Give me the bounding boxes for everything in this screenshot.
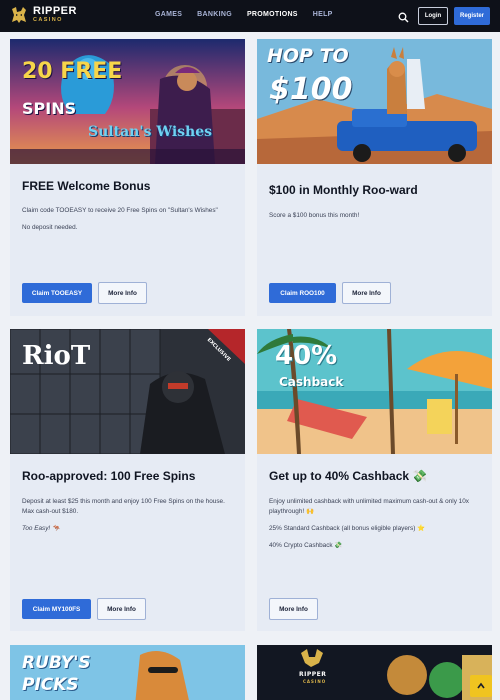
promo-card-ripper-games: RIPPER CASINO	[257, 645, 492, 700]
promo-desc-line: Claim code TOOEASY to receive 20 Free Sp…	[22, 207, 218, 214]
banner-logo-name: RIPPER	[299, 671, 327, 678]
banner-free-text: 20 FREE	[22, 59, 123, 84]
claim-tooeasy-button[interactable]: Claim TOOEASY	[22, 283, 92, 303]
hop-to-100-banner-image: HOP TO $100	[257, 39, 492, 164]
register-button[interactable]: Register	[454, 7, 490, 25]
promo-description: Enjoy unlimited cashback with unlimited …	[269, 497, 481, 558]
banner-cashback-text: Cashback	[279, 375, 344, 389]
promo-card-welcome-bonus: 20 FREE SPINS Sultan's Wishes FREE Welco…	[10, 39, 245, 316]
promo-title: FREE Welcome Bonus	[22, 179, 151, 193]
ripper-games-banner-image: RIPPER CASINO	[257, 645, 492, 700]
nav-banking[interactable]: BANKING	[197, 11, 232, 18]
cashback-beach-banner-image: 40% Cashback	[257, 329, 492, 454]
nav-help[interactable]: HELP	[313, 11, 333, 18]
promo-desc-line: 25% Standard Cashback (all bonus eligibl…	[269, 524, 426, 532]
promo-card-cashback: 40% Cashback Get up to 40% Cashback 💸 En…	[257, 329, 492, 631]
promo-title: Roo-approved: 100 Free Spins	[22, 469, 196, 483]
scroll-to-top-button[interactable]	[470, 675, 492, 697]
more-info-button[interactable]: More Info	[97, 598, 146, 620]
promo-title: $100 in Monthly Roo-ward	[269, 183, 418, 197]
chevron-up-icon	[477, 682, 485, 689]
promo-note: Too Easy! 🦘	[22, 524, 60, 532]
promo-description: Score a $100 bonus this month!	[269, 211, 481, 228]
rubys-picks-banner-image: RUBY'S PICKS	[10, 645, 245, 700]
more-info-button[interactable]: More Info	[342, 282, 391, 304]
search-icon[interactable]	[398, 10, 409, 23]
promo-desc-line: Score a $100 bonus this month!	[269, 212, 360, 219]
promo-desc-line: Deposit at least $25 this month and enjo…	[22, 498, 225, 515]
more-info-button[interactable]: More Info	[98, 282, 147, 304]
promo-desc-line: Enjoy unlimited cashback with unlimited …	[269, 498, 469, 515]
banner-picks-text: PICKS	[22, 675, 79, 695]
nav-promotions[interactable]: PROMOTIONS	[247, 11, 298, 18]
banner-spins-text: SPINS	[22, 99, 77, 118]
promo-description: Claim code TOOEASY to receive 20 Free Sp…	[22, 206, 234, 240]
claim-roo100-button[interactable]: Claim ROO100	[269, 283, 336, 303]
banner-rubys-text: RUBY'S	[22, 653, 91, 673]
banner-game-title: RioT	[22, 341, 91, 371]
promo-card-monthly-rooward: HOP TO $100 $100 in Monthly Roo-ward Sco…	[257, 39, 492, 316]
promo-title: Get up to 40% Cashback 💸	[269, 469, 428, 483]
promo-desc-line: No deposit needed.	[22, 223, 78, 231]
sultans-wishes-banner-image: 20 FREE SPINS Sultan's Wishes	[10, 39, 245, 164]
promo-card-rubys-picks: RUBY'S PICKS	[10, 645, 245, 700]
logo[interactable]: RIPPER CASINO	[9, 5, 77, 25]
top-nav-bar: RIPPER CASINO GAMES BANKING PROMOTIONS H…	[0, 0, 500, 32]
claim-my100fs-button[interactable]: Claim MY100FS	[22, 599, 91, 619]
riot-banner-image: RioT EXCLUSIVE	[10, 329, 245, 454]
nav-games[interactable]: GAMES	[155, 11, 182, 18]
promo-card-roo-approved-spins: RioT EXCLUSIVE Roo-approved: 100 Free Sp…	[10, 329, 245, 631]
promo-desc-line: 40% Crypto Cashback 💸	[269, 541, 343, 549]
banner-amount-text: $100	[269, 72, 353, 107]
banner-percent-text: 40%	[275, 341, 338, 371]
banner-hop-text: HOP TO	[267, 45, 349, 67]
banner-game-title: Sultan's Wishes	[88, 124, 213, 140]
logo-name: RIPPER	[33, 5, 77, 18]
login-button[interactable]: Login	[418, 7, 448, 25]
banner-logo-sub: CASINO	[303, 679, 327, 684]
main-nav: GAMES BANKING PROMOTIONS HELP	[155, 11, 333, 18]
more-info-button[interactable]: More Info	[269, 598, 318, 620]
logo-sub: CASINO	[33, 17, 63, 24]
promo-description: Deposit at least $25 this month and enjo…	[22, 497, 234, 541]
kangaroo-logo-icon	[9, 5, 29, 25]
